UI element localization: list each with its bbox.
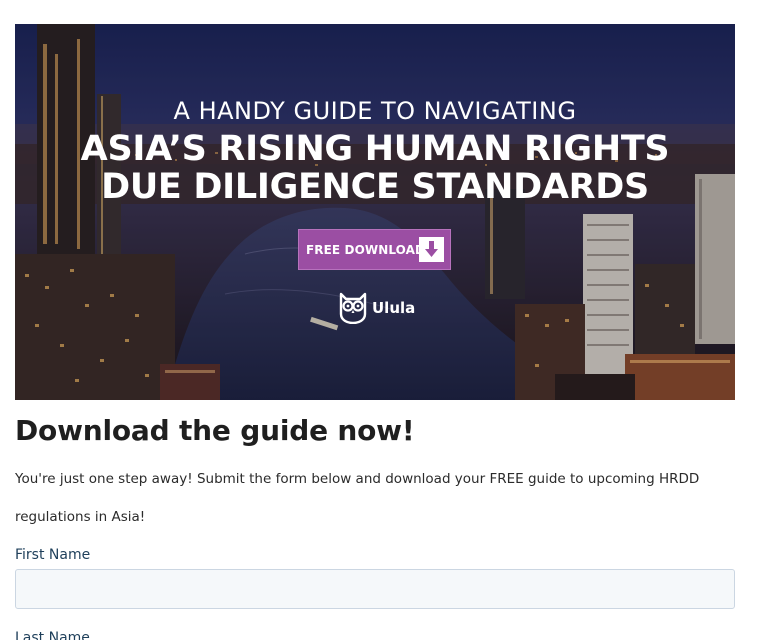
intro-text: You're just one step away! Submit the fo… <box>15 471 700 525</box>
free-download-button[interactable]: FREE DOWNLOAD <box>298 229 451 270</box>
arrow-down-icon <box>419 237 444 262</box>
first-name-input[interactable] <box>15 569 735 609</box>
hero-title-line-2: DUE DILIGENCE STANDARDS <box>101 167 649 207</box>
brand-name: Ulula <box>372 299 416 317</box>
hero-banner: A HANDY GUIDE TO NAVIGATING ASIA’S RISIN… <box>15 24 735 400</box>
last-name-label: Last Name <box>15 630 90 640</box>
hero-kicker: A HANDY GUIDE TO NAVIGATING <box>173 97 577 125</box>
owl-logo-icon <box>337 288 369 329</box>
landing-page: A HANDY GUIDE TO NAVIGATING ASIA’S RISIN… <box>0 0 763 640</box>
hero-title-line-1: ASIA’S RISING HUMAN RIGHTS <box>80 129 670 169</box>
page-heading: Download the guide now! <box>15 414 415 447</box>
free-download-label: FREE DOWNLOAD <box>306 242 426 257</box>
ulula-logo: Ulula <box>337 290 415 326</box>
first-name-label: First Name <box>15 547 91 563</box>
